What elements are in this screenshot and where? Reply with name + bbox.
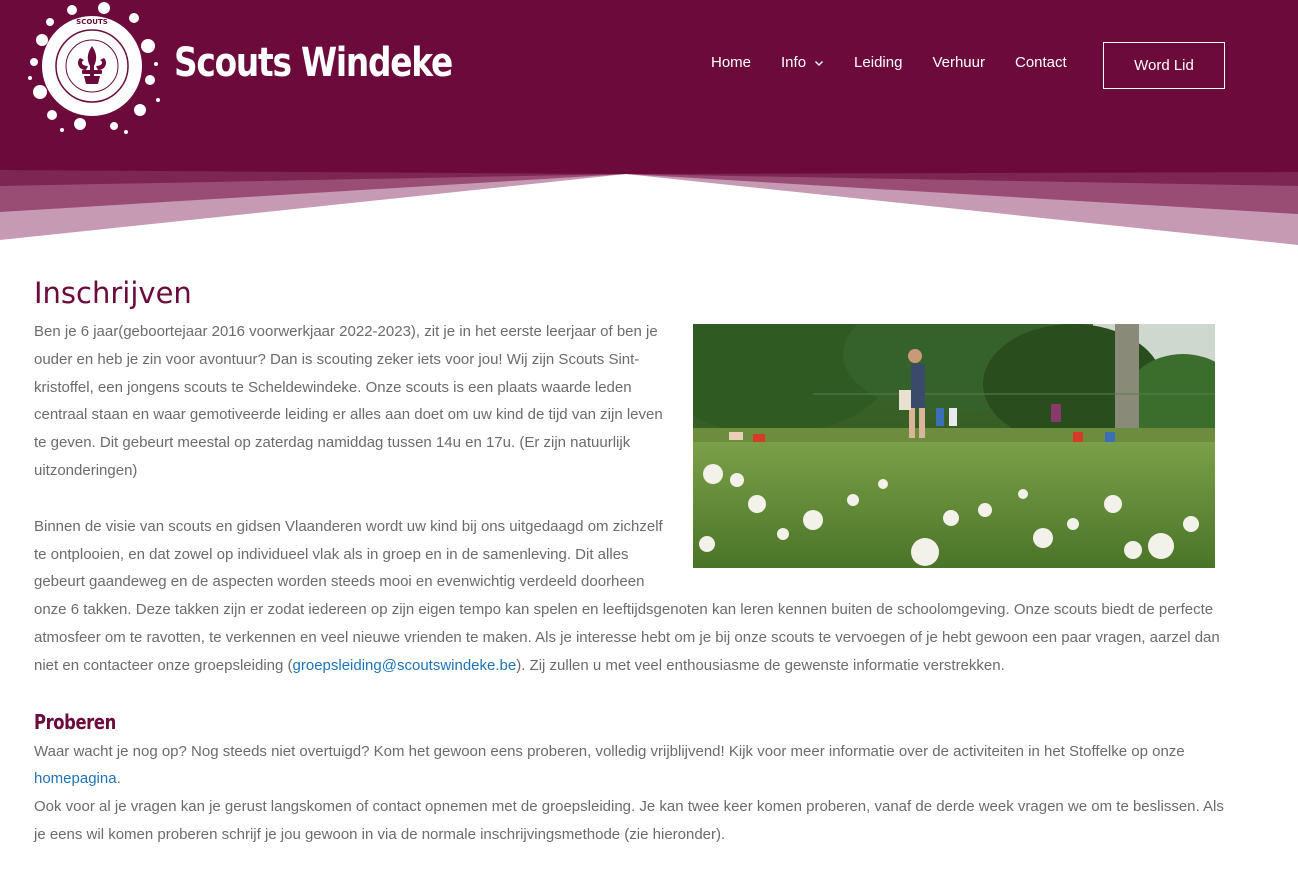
nav-leiding[interactable]: Leiding: [854, 54, 902, 71]
site-logo[interactable]: SCOUTS: [22, 0, 162, 136]
nav-verhuur[interactable]: Verhuur: [932, 54, 985, 71]
scouts-emblem-icon: SCOUTS: [28, 2, 160, 134]
nav-contact[interactable]: Contact: [1015, 54, 1067, 71]
nav-home-label: Home: [711, 54, 752, 71]
nav-info[interactable]: Info: [781, 54, 824, 71]
nav-home[interactable]: Home: [711, 54, 751, 71]
svg-text:SCOUTS: SCOUTS: [76, 18, 108, 26]
nav-info-label: Info: [781, 54, 807, 71]
nav-verhuur-label: Verhuur: [932, 54, 985, 71]
proberen-paragraph-2: Ook voor al je vragen kan je gerust lang…: [34, 798, 1224, 843]
vision-text-end: ). Zij zullen u met veel enthousiasme de…: [516, 656, 1005, 674]
nav-leiding-label: Leiding: [854, 54, 903, 71]
nav-contact-label: Contact: [1014, 54, 1067, 71]
proberen-paragraph-1: Waar wacht je nog op? Nog steeds niet ov…: [34, 738, 1224, 794]
proberen-text-end: .: [116, 770, 121, 788]
site-header: SCOUTS Scouts Windeke Home Info Leiding …: [0, 0, 1298, 250]
header-background: [0, 0, 1298, 245]
homepagina-link[interactable]: homepagina: [34, 770, 117, 787]
scouts-photo: [693, 324, 1215, 568]
proberen-text-start: Waar wacht je nog op? Nog steeds niet ov…: [34, 742, 1185, 760]
site-title[interactable]: Scouts Windeke: [174, 40, 453, 86]
main-content: Inschrijven Ben je 6 jaar(geboortejaar 2…: [34, 276, 1224, 849]
main-navigation: Home Info Leiding Verhuur Contact: [711, 54, 1097, 71]
page-title: Inschrijven: [34, 276, 192, 310]
photo-image: [693, 324, 1215, 568]
proberen-heading: Proberen: [34, 709, 116, 734]
groepsleiding-email-link[interactable]: groepsleiding@scoutswindeke.be: [293, 657, 517, 674]
chevron-down-icon: [815, 60, 824, 66]
word-lid-button[interactable]: Word Lid: [1103, 42, 1225, 89]
